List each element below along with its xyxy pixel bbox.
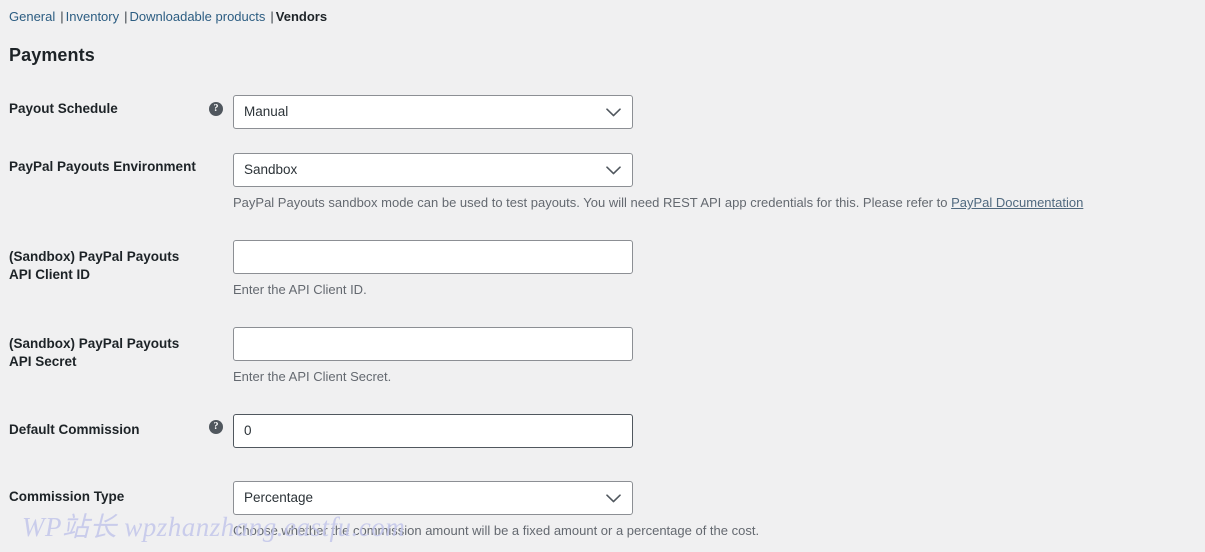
commission-type-select[interactable]: Percentage — [233, 481, 633, 515]
field-cell-default-commission: 0 — [233, 404, 1205, 448]
description-api-client-secret: Enter the API Client Secret. — [233, 368, 1205, 386]
payout-schedule-select[interactable]: Manual — [233, 95, 633, 129]
tab-inventory[interactable]: Inventory — [66, 9, 119, 24]
api-client-secret-input[interactable] — [233, 327, 633, 361]
field-cell-api-client-id: Enter the API Client ID. — [233, 230, 1205, 299]
tab-downloadable-products[interactable]: Downloadable products — [130, 9, 266, 24]
default-commission-value: 0 — [244, 415, 622, 447]
label-cell-payout-schedule: Payout Schedule ? — [0, 86, 233, 132]
page-title: Payments — [9, 45, 1205, 66]
field-cell-commission-type: Percentage Choose whether the commission… — [233, 471, 1205, 540]
row-spacer — [0, 453, 1205, 471]
tab-separator-2: | — [119, 9, 129, 24]
field-row-api-client-secret: (Sandbox) PayPal Payouts API Secret Ente… — [0, 317, 1205, 386]
label-commission-type: Commission Type — [9, 488, 124, 506]
help-icon[interactable]: ? — [209, 420, 223, 434]
label-cell-paypal-environment: PayPal Payouts Environment — [0, 144, 233, 190]
label-payout-schedule: Payout Schedule — [9, 100, 118, 118]
commission-type-selected-value: Percentage — [244, 490, 313, 505]
help-icon[interactable]: ? — [209, 102, 223, 116]
description-paypal-environment: PayPal Payouts sandbox mode can be used … — [233, 194, 1205, 212]
field-row-payout-schedule: Payout Schedule ? Manual — [0, 86, 1205, 132]
row-spacer — [0, 132, 1205, 144]
paypal-documentation-link[interactable]: PayPal Documentation — [951, 195, 1083, 210]
paypal-environment-selected-value: Sandbox — [244, 162, 297, 177]
row-spacer — [0, 299, 1205, 317]
field-row-commission-type: Commission Type Percentage Choose whethe… — [0, 471, 1205, 540]
chevron-down-icon — [606, 154, 621, 186]
tab-vendors[interactable]: Vendors — [276, 9, 327, 24]
label-cell-api-client-secret: (Sandbox) PayPal Payouts API Secret — [0, 317, 233, 385]
tab-general[interactable]: General — [9, 9, 55, 24]
label-default-commission: Default Commission — [9, 421, 140, 439]
label-cell-default-commission: Default Commission ? — [0, 404, 233, 453]
row-spacer — [0, 212, 1205, 230]
description-commission-type: Choose whether the commission amount wil… — [233, 522, 1205, 540]
chevron-down-icon — [606, 96, 621, 128]
label-cell-commission-type: Commission Type — [0, 471, 233, 520]
field-row-default-commission: Default Commission ? 0 — [0, 404, 1205, 453]
api-client-id-input[interactable] — [233, 240, 633, 274]
description-api-client-id: Enter the API Client ID. — [233, 281, 1205, 299]
payments-settings-form: Payout Schedule ? Manual PayPal Payouts … — [0, 86, 1205, 540]
label-api-client-secret: (Sandbox) PayPal Payouts API Secret — [9, 335, 205, 371]
field-cell-api-client-secret: Enter the API Client Secret. — [233, 317, 1205, 386]
field-row-paypal-environment: PayPal Payouts Environment Sandbox PayPa… — [0, 144, 1205, 212]
field-cell-payout-schedule: Manual — [233, 86, 1205, 129]
field-cell-paypal-environment: Sandbox PayPal Payouts sandbox mode can … — [233, 144, 1205, 212]
label-cell-api-client-id: (Sandbox) PayPal Payouts API Client ID — [0, 230, 233, 298]
chevron-down-icon — [606, 482, 621, 514]
tab-separator-3: | — [265, 9, 275, 24]
paypal-environment-select[interactable]: Sandbox — [233, 153, 633, 187]
label-paypal-environment: PayPal Payouts Environment — [9, 158, 196, 176]
label-api-client-id: (Sandbox) PayPal Payouts API Client ID — [9, 248, 205, 284]
settings-tab-nav: General|Inventory|Downloadable products|… — [0, 0, 1205, 25]
row-spacer — [0, 386, 1205, 404]
default-commission-input[interactable]: 0 — [233, 414, 633, 448]
tab-separator-1: | — [55, 9, 65, 24]
field-row-api-client-id: (Sandbox) PayPal Payouts API Client ID E… — [0, 230, 1205, 299]
payout-schedule-selected-value: Manual — [244, 104, 288, 119]
description-text: PayPal Payouts sandbox mode can be used … — [233, 195, 951, 210]
